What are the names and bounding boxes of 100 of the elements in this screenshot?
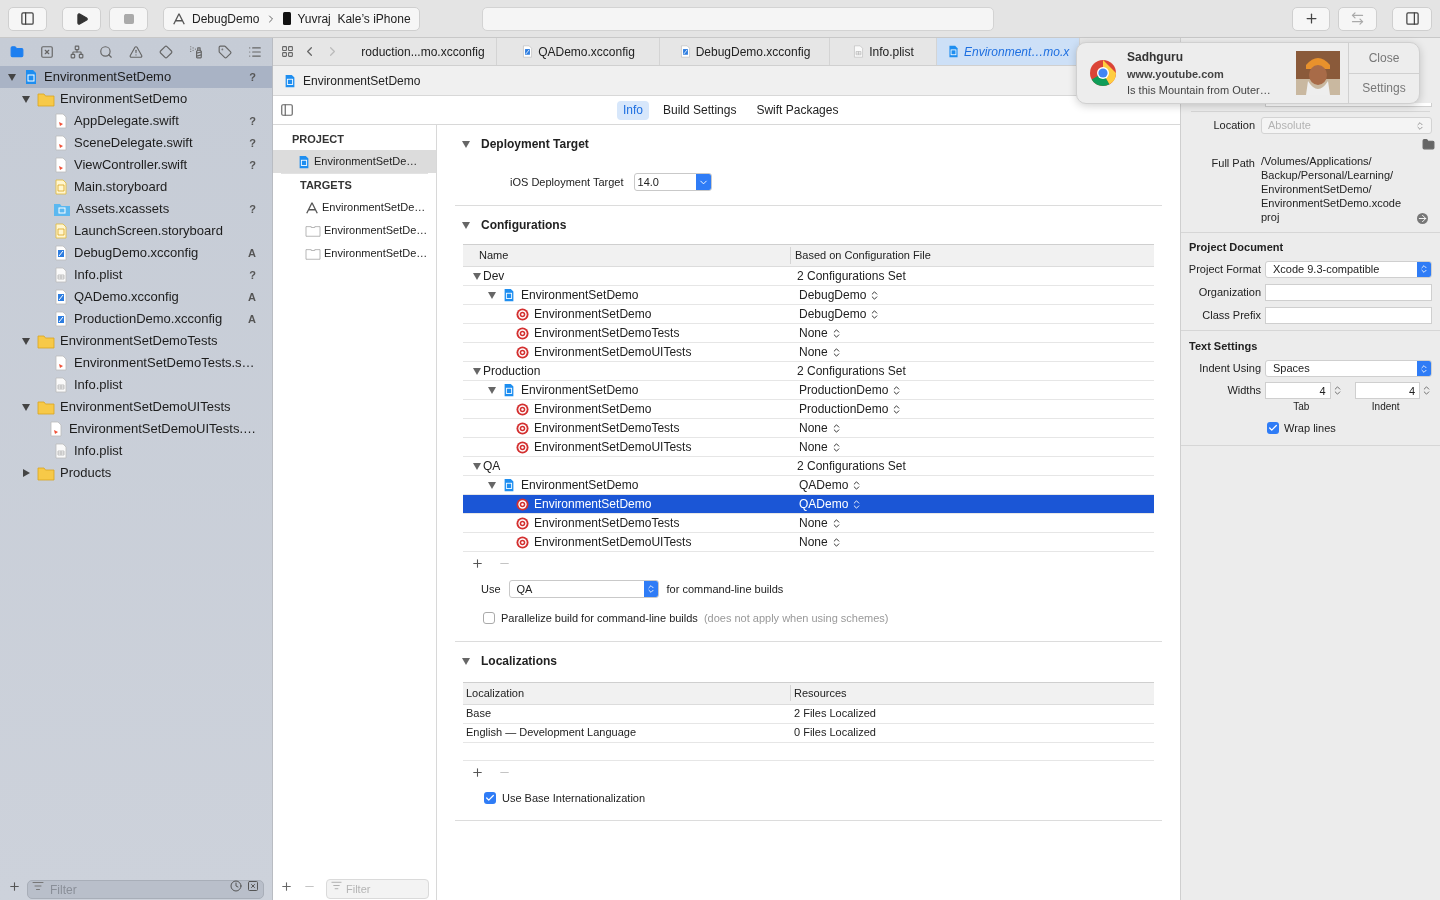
target-list-item[interactable]: EnvironmentSetDe… <box>281 242 428 265</box>
add-icon[interactable] <box>471 766 484 779</box>
navigator-item[interactable]: EnvironmentSetDemo <box>0 88 272 110</box>
navigator-item[interactable]: AppDelegate.swift ? <box>0 110 272 132</box>
target-list-item[interactable]: EnvironmentSetDe… <box>281 196 428 219</box>
configuration-file-popup[interactable]: None <box>799 324 842 342</box>
configuration-file-popup[interactable]: DebugDemo <box>799 286 881 304</box>
disclosure-triangle-right-icon[interactable] <box>21 468 31 478</box>
configuration-file-popup[interactable]: ProductionDemo <box>799 400 903 418</box>
navigator-item[interactable]: Info.plist ? <box>0 264 272 286</box>
configuration-file-popup[interactable]: None <box>799 533 842 551</box>
navigator-item[interactable]: Info.plist <box>0 374 272 396</box>
disclosure-triangle-down-icon[interactable] <box>472 366 482 376</box>
configuration-row[interactable]: EnvironmentSetDemo ProductionDemo <box>463 381 1154 400</box>
diamond-icon[interactable] <box>158 45 173 59</box>
configuration-file-popup[interactable]: QADemo <box>799 495 863 513</box>
disclosure-triangle-down-icon[interactable] <box>461 655 471 666</box>
disclosure-triangle-down-icon[interactable] <box>461 220 471 230</box>
configuration-row[interactable]: EnvironmentSetDemo DebugDemo <box>463 286 1154 305</box>
column-header[interactable]: Based on Configuration File <box>791 247 931 264</box>
editor-tab[interactable]: Environment…mo.x <box>937 38 1080 65</box>
navigator-item[interactable]: LaunchScreen.storyboard <box>0 220 272 242</box>
configuration-row[interactable]: EnvironmentSetDemoTests None <box>463 514 1154 533</box>
configuration-file-popup[interactable]: None <box>799 343 842 361</box>
indent-using-dropdown[interactable]: Spaces <box>1265 360 1432 377</box>
navigator-item[interactable]: SceneDelegate.swift ? <box>0 132 272 154</box>
editor-section-tab[interactable]: Swift Packages <box>750 100 845 120</box>
configuration-file-popup[interactable]: None <box>799 438 842 456</box>
navigator-item[interactable]: EnvironmentSetDemoUITests <box>0 396 272 418</box>
checkbox[interactable] <box>484 791 496 804</box>
configuration-dropdown[interactable]: QA <box>508 580 659 598</box>
configuration-row[interactable]: EnvironmentSetDemoUITests None <box>463 343 1154 362</box>
configuration-row[interactable]: EnvironmentSetDemoTests None <box>463 324 1154 343</box>
clock-icon[interactable] <box>230 879 242 892</box>
checkbox[interactable] <box>1267 422 1279 435</box>
configuration-row[interactable]: EnvironmentSetDemo QADemo <box>463 495 1154 514</box>
configuration-file-popup[interactable]: DebugDemo <box>799 305 881 323</box>
disclosure-triangle-down-icon[interactable] <box>461 139 471 149</box>
navigator-item[interactable]: QADemo.xcconfig A <box>0 286 272 308</box>
tag-icon[interactable] <box>218 45 233 59</box>
editor-section-tab[interactable]: Build Settings <box>657 100 743 120</box>
class-prefix-field[interactable] <box>1265 306 1432 324</box>
stop-button[interactable] <box>109 6 148 31</box>
organization-field[interactable] <box>1265 283 1432 301</box>
run-button[interactable] <box>62 6 101 31</box>
checkbox[interactable] <box>483 612 495 625</box>
target-list-item[interactable]: EnvironmentSetDe… <box>281 219 428 242</box>
column-header[interactable]: Localization <box>463 684 791 702</box>
deployment-target-dropdown[interactable]: 14.0 <box>633 173 712 191</box>
disclosure-triangle-down-icon[interactable] <box>472 461 482 471</box>
configuration-row[interactable]: EnvironmentSetDemoUITests None <box>463 533 1154 552</box>
spray-can-icon[interactable] <box>188 45 203 59</box>
configuration-row[interactable]: Production 2 Configurations Set <box>463 362 1154 381</box>
breadcrumb-item[interactable]: EnvironmentSetDemo <box>303 71 421 90</box>
configuration-row[interactable]: QA 2 Configurations Set <box>463 457 1154 476</box>
editor-tab[interactable]: roduction...mo.xcconfig <box>350 38 497 65</box>
add-icon[interactable] <box>471 556 484 570</box>
add-icon[interactable] <box>8 879 21 893</box>
disclosure-triangle-down-icon[interactable] <box>472 271 482 281</box>
disclosure-triangle-down-icon[interactable] <box>487 385 497 395</box>
disclosure-triangle-down-icon[interactable] <box>21 336 31 346</box>
navigator-item[interactable]: Info.plist <box>0 440 272 462</box>
configuration-file-popup[interactable]: None <box>799 514 842 532</box>
scheme-selector[interactable]: DebugDemo Yuvraj Kale’s iPhone <box>163 6 420 31</box>
navigator-item[interactable]: EnvironmentSetDemoTests.s… <box>0 352 272 374</box>
configuration-row[interactable]: EnvironmentSetDemo DebugDemo <box>463 305 1154 324</box>
sidebar-icon[interactable] <box>280 103 294 117</box>
folder-icon[interactable] <box>10 45 24 59</box>
add-icon[interactable] <box>280 879 293 893</box>
column-header[interactable]: Name <box>463 247 791 264</box>
editor-section-tab[interactable]: Info <box>617 100 649 120</box>
configuration-file-popup[interactable]: None <box>799 419 842 437</box>
navigator-item[interactable]: ProductionDemo.xcconfig A <box>0 308 272 330</box>
disclosure-triangle-down-icon[interactable] <box>487 480 497 490</box>
warning-icon[interactable] <box>129 45 143 59</box>
editor-tab[interactable]: DebugDemo.xcconfig <box>660 38 830 65</box>
navigator-item[interactable]: Main.storyboard <box>0 176 272 198</box>
configuration-row[interactable]: EnvironmentSetDemo ProductionDemo <box>463 400 1154 419</box>
disclosure-triangle-down-icon[interactable] <box>21 94 31 104</box>
search-icon[interactable] <box>99 45 114 59</box>
navigator-item[interactable]: DebugDemo.xcconfig A <box>0 242 272 264</box>
navigator-item[interactable]: EnvironmentSetDemo ? <box>0 66 272 88</box>
column-header[interactable]: Resources <box>791 684 847 702</box>
grid-icon[interactable] <box>281 45 294 58</box>
inspector-toggle-button[interactable] <box>1392 6 1432 31</box>
configuration-row[interactable]: EnvironmentSetDemoTests None <box>463 419 1154 438</box>
project-format-dropdown[interactable]: Xcode 9.3-compatible <box>1265 260 1432 278</box>
width-field[interactable]: 4 <box>1354 382 1420 399</box>
list-icon[interactable] <box>248 45 262 59</box>
configuration-file-popup[interactable]: ProductionDemo <box>799 381 903 399</box>
filter-field[interactable]: Filter <box>326 879 429 899</box>
stepper-icon[interactable] <box>1421 385 1432 396</box>
target-list-item[interactable]: EnvironmentSetDe… <box>273 150 436 173</box>
hierarchy-icon[interactable] <box>69 45 84 59</box>
editor-tab[interactable]: QADemo.xcconfig <box>497 38 660 65</box>
navigator-item[interactable]: Assets.xcassets ? <box>0 198 272 220</box>
configuration-file-popup[interactable]: QADemo <box>799 476 863 494</box>
width-field[interactable]: 4 <box>1265 382 1331 399</box>
disclosure-triangle-down-icon[interactable] <box>7 72 17 82</box>
navigator-item[interactable]: Products <box>0 462 272 484</box>
